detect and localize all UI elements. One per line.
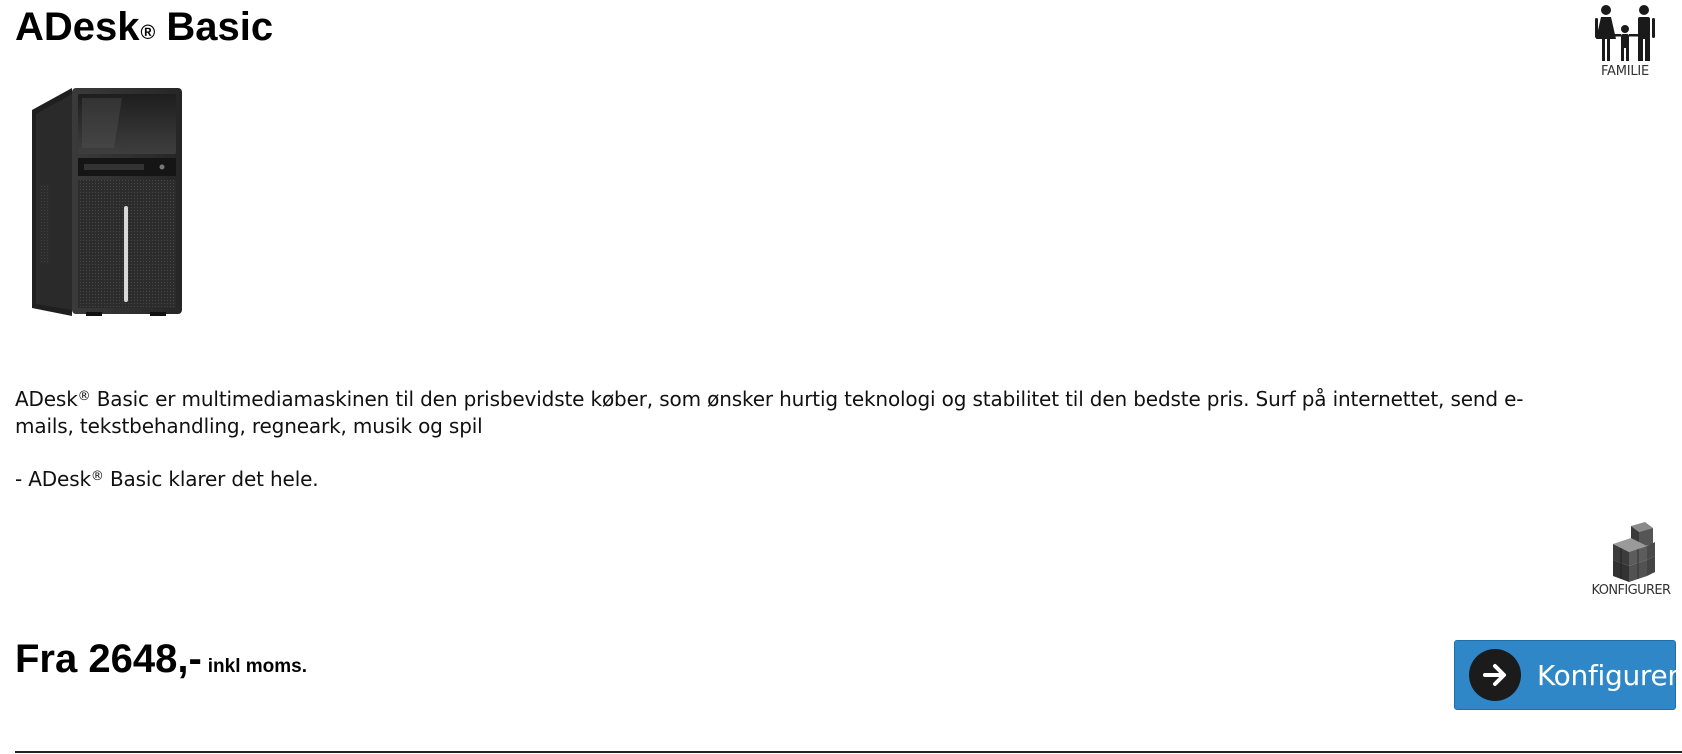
title-suffix: Basic <box>155 5 274 49</box>
building-blocks-icon <box>1613 522 1655 582</box>
price-value: Fra 2648,- <box>15 637 202 681</box>
title-registered-mark: ® <box>140 22 156 44</box>
tagline-registered-mark: ® <box>90 469 104 484</box>
configure-button-label: Konfigurer <box>1537 658 1679 692</box>
tagline-text: Basic klarer det hele. <box>103 467 319 491</box>
description-registered-mark: ® <box>77 389 91 404</box>
tagline-brand: - ADesk <box>15 467 91 491</box>
title-text: ADesk <box>15 5 140 49</box>
arrow-right-circle-icon <box>1469 649 1521 701</box>
page-title: ADesk® Basic <box>15 0 273 54</box>
product-tagline: - ADesk® Basic klarer det hele. <box>15 466 319 493</box>
price: Fra 2648,- inkl moms. <box>15 632 307 686</box>
family-label: FAMILIE <box>1600 64 1650 79</box>
description-text: Basic er multimediamaskinen til den pris… <box>15 387 1524 438</box>
price-vat-note: inkl moms. <box>207 656 308 677</box>
desktop-tower-icon <box>32 88 182 316</box>
family-badge: FAMILIE <box>1585 4 1665 90</box>
divider <box>15 751 1682 753</box>
product-image <box>26 84 200 344</box>
configure-label: KONFIGURER <box>1591 583 1672 598</box>
description-brand: ADesk <box>15 387 78 411</box>
configure-badge: KONFIGURER <box>1585 522 1677 608</box>
configure-button[interactable]: Konfigurer <box>1454 640 1679 710</box>
family-icon <box>1595 5 1655 61</box>
product-description: ADesk® Basic er multimediamaskinen til d… <box>15 386 1575 440</box>
